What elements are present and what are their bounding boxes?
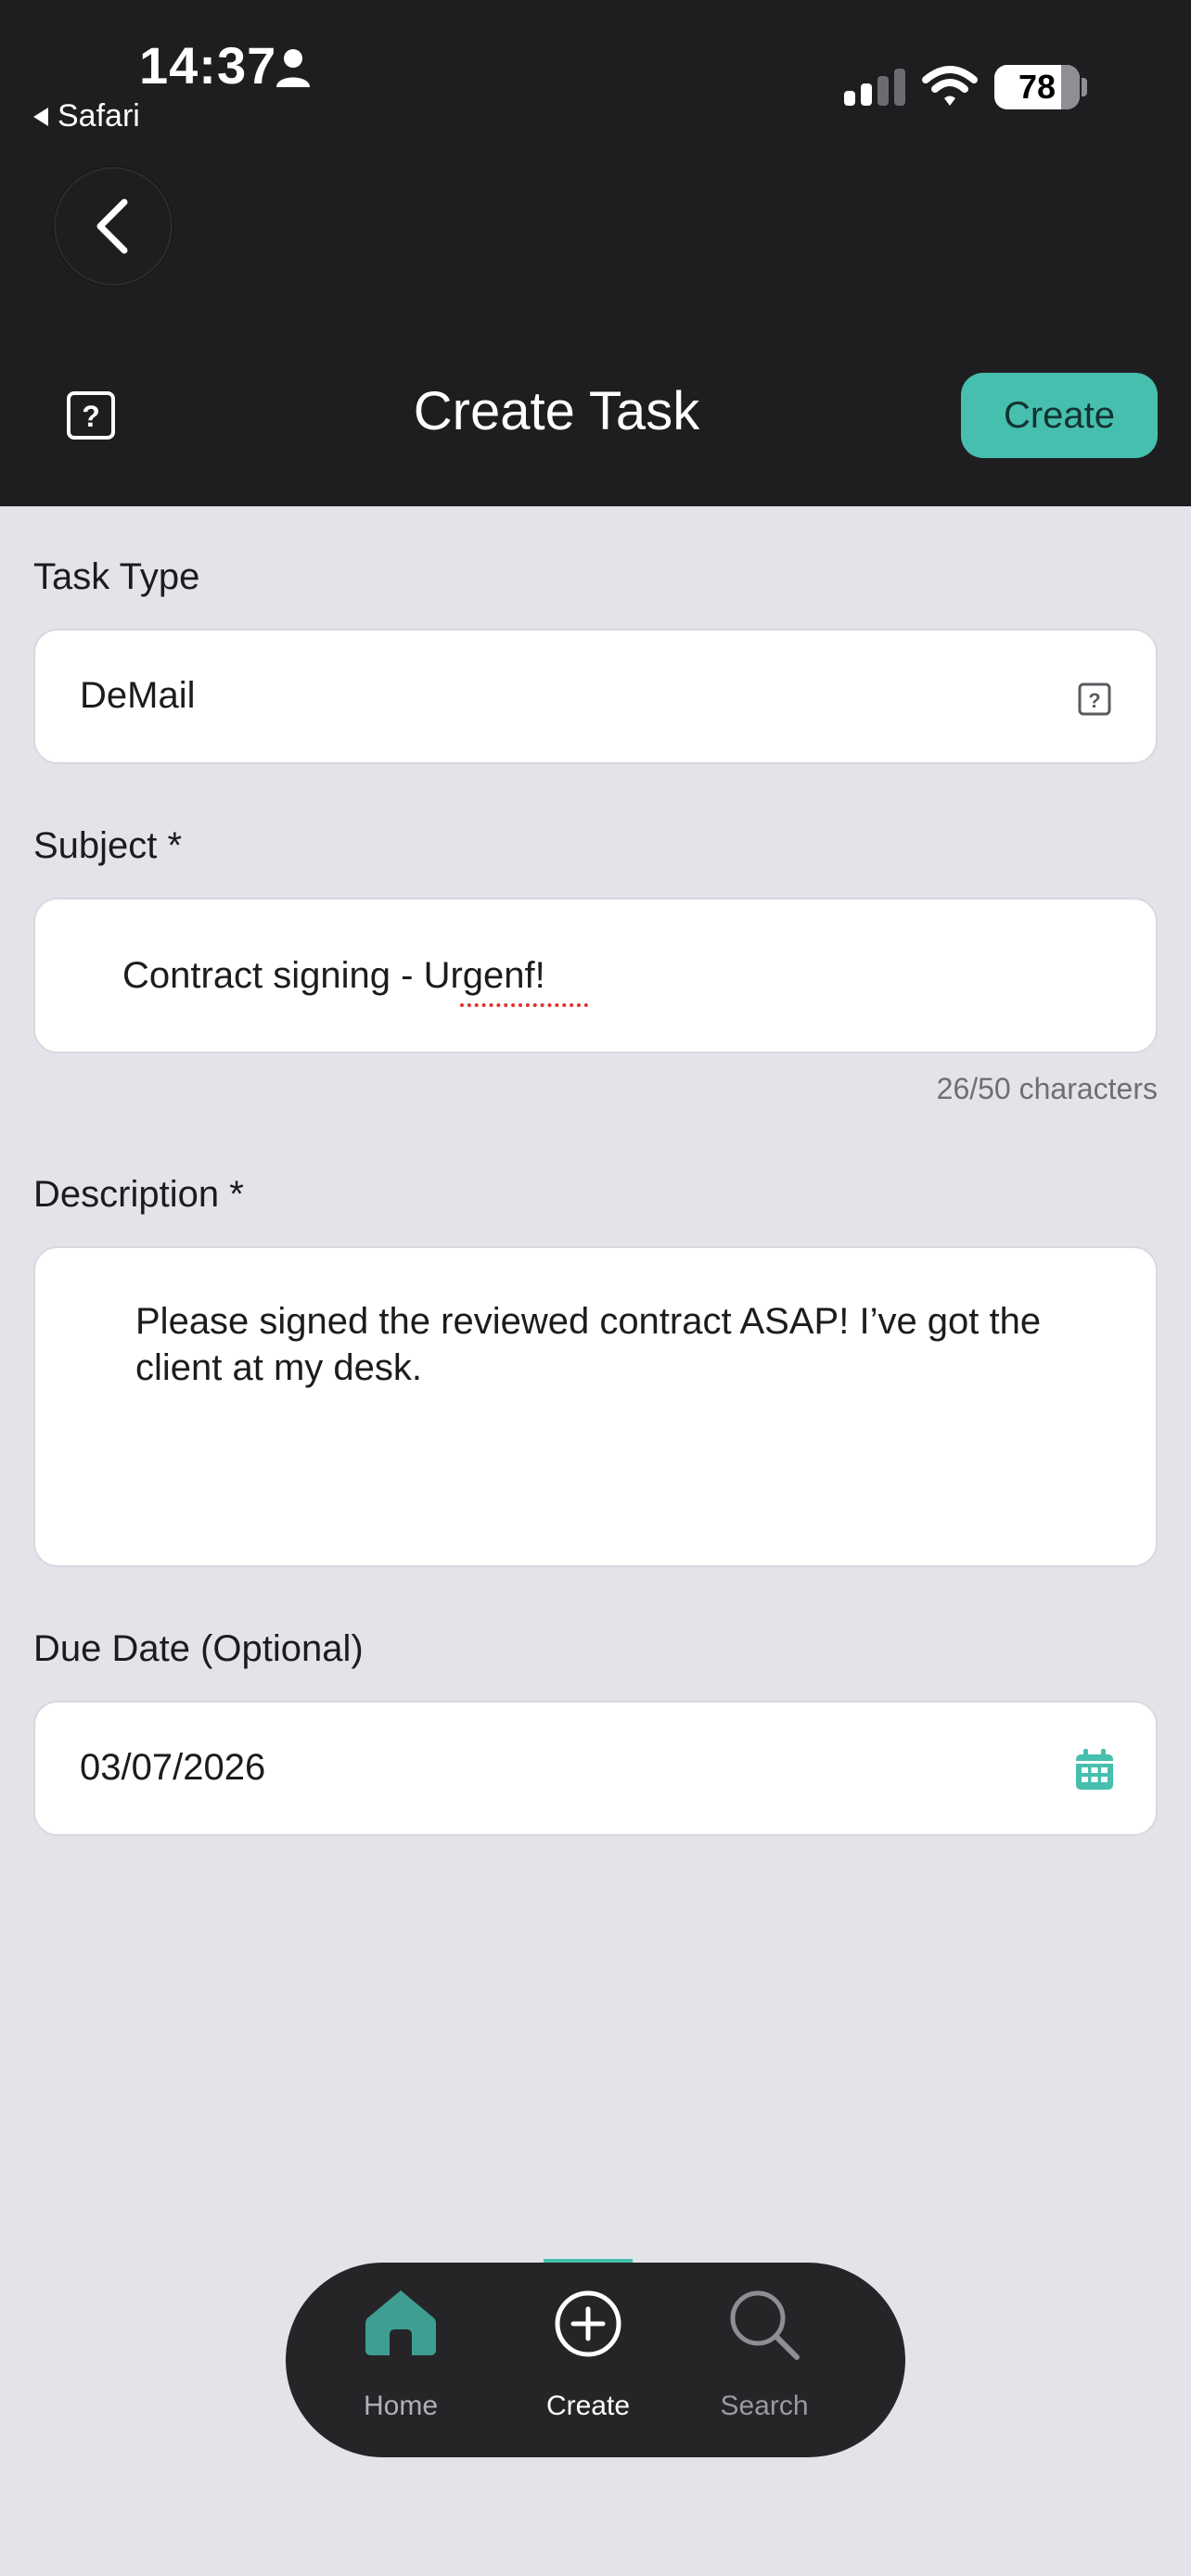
back-button[interactable] bbox=[54, 167, 173, 286]
wifi-icon bbox=[922, 66, 978, 106]
calendar-icon[interactable] bbox=[1074, 1749, 1115, 1792]
tab-create[interactable]: Create bbox=[514, 2263, 662, 2457]
battery-indicator: 78 bbox=[994, 65, 1080, 109]
home-icon bbox=[365, 2290, 436, 2355]
back-to-app[interactable]: Safari bbox=[33, 98, 140, 134]
subject-field[interactable]: Contract signing - Urgenf! bbox=[33, 898, 1158, 1053]
subject-label: Subject * bbox=[33, 825, 183, 866]
subject-char-counter: 26/50 characters bbox=[936, 1072, 1158, 1105]
tab-search[interactable]: Search bbox=[690, 2263, 839, 2457]
search-icon bbox=[730, 2290, 800, 2360]
battery-percent: 78 bbox=[1018, 68, 1057, 106]
task-type-field[interactable]: DeMail ? bbox=[33, 629, 1158, 764]
page-title: Create Task bbox=[413, 381, 700, 441]
back-triangle-icon bbox=[33, 107, 48, 126]
due-date-label: Due Date (Optional) bbox=[33, 1628, 364, 1669]
plus-circle-icon bbox=[555, 2290, 621, 2357]
cellular-signal-icon bbox=[844, 69, 905, 106]
svg-text:?: ? bbox=[1088, 689, 1100, 712]
back-app-label: Safari bbox=[58, 98, 140, 134]
due-date-value: 03/07/2026 bbox=[80, 1747, 266, 1788]
subject-value: Contract signing - Urgenf! bbox=[122, 955, 545, 996]
spellcheck-underline bbox=[460, 998, 588, 1007]
description-field[interactable]: Please signed the reviewed contract ASAP… bbox=[33, 1246, 1158, 1567]
bottom-tab-bar: Home Create Search bbox=[286, 2263, 905, 2457]
due-date-field[interactable]: 03/07/2026 bbox=[33, 1701, 1158, 1836]
help-icon[interactable]: ? bbox=[1078, 682, 1111, 716]
svg-text:?: ? bbox=[82, 400, 100, 433]
tab-create-label: Create bbox=[545, 2391, 631, 2421]
tab-home[interactable]: Home bbox=[327, 2263, 475, 2457]
tab-search-label: Search bbox=[720, 2391, 809, 2421]
tab-home-label: Home bbox=[363, 2391, 439, 2421]
battery-cap bbox=[1082, 78, 1087, 96]
description-value: Please signed the reviewed contract ASAP… bbox=[135, 1301, 1042, 1388]
status-time: 14:37 bbox=[139, 36, 277, 95]
create-button[interactable]: Create bbox=[961, 373, 1158, 458]
help-icon[interactable]: ? bbox=[65, 389, 117, 441]
person-icon bbox=[276, 49, 310, 87]
task-type-label: Task Type bbox=[33, 556, 200, 597]
chevron-left-icon bbox=[96, 198, 128, 254]
description-label: Description * bbox=[33, 1174, 244, 1215]
task-type-value: DeMail bbox=[80, 675, 196, 716]
